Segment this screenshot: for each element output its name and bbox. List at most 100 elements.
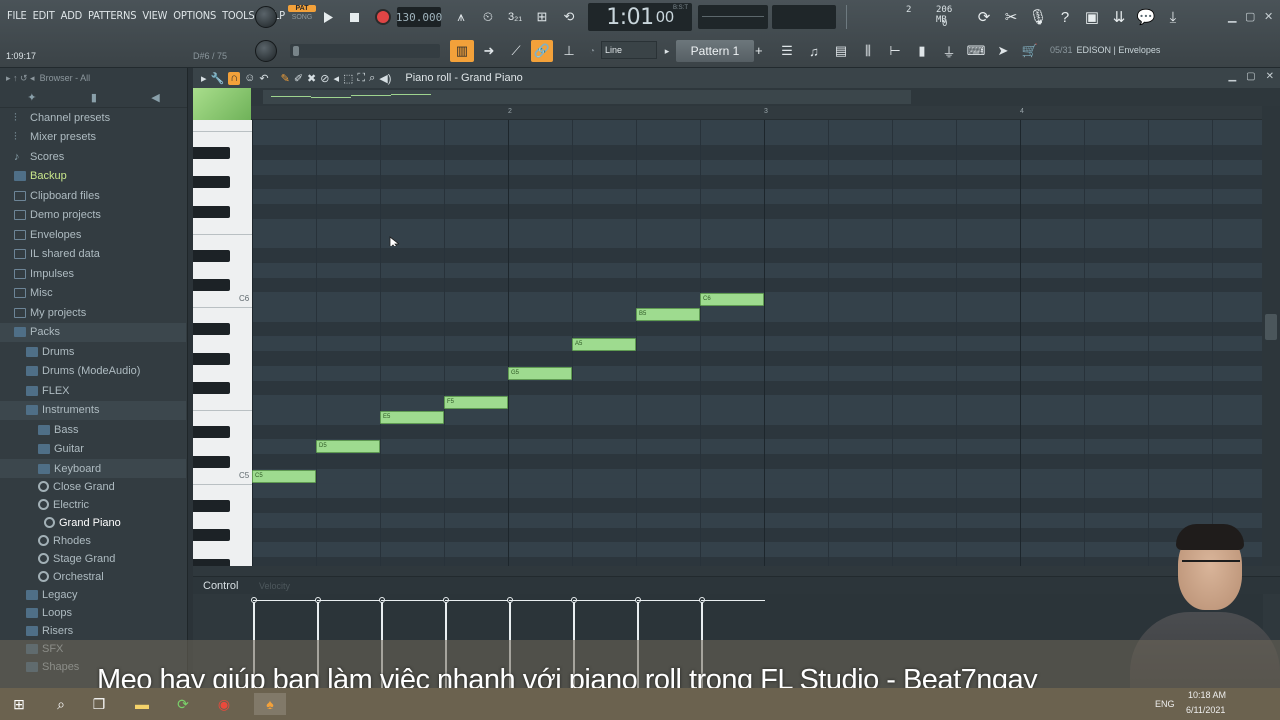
browser-item[interactable]: Grand Piano <box>0 513 186 532</box>
grid-lane[interactable] <box>252 307 1262 322</box>
wait-record-button[interactable]: ⏲ <box>477 6 499 28</box>
note-c6[interactable]: C6 <box>700 293 764 307</box>
browser-item[interactable]: Drums (ModeAudio) <box>0 362 186 381</box>
vertical-scroll-thumb[interactable] <box>1265 314 1277 340</box>
mute-icon[interactable]: ⊘ <box>320 72 329 85</box>
shop-button[interactable]: 🛒 <box>1019 40 1041 62</box>
app-button[interactable]: ⟳ <box>172 693 194 715</box>
browser-item[interactable]: My projects <box>0 303 186 322</box>
menu-item-view[interactable]: VIEW <box>139 9 170 22</box>
black-key[interactable] <box>193 249 230 262</box>
news-button[interactable]: 💬 <box>1135 6 1157 28</box>
browser-back-icon[interactable]: ▸ ↑ ↺ ◂ <box>6 73 35 84</box>
browser-item[interactable]: Envelopes <box>0 225 186 244</box>
browser-item[interactable]: ⫶ Channel presets <box>0 108 186 127</box>
pattern-selector[interactable]: Pattern 1 <box>676 40 754 62</box>
pitch-slider[interactable] <box>290 44 440 58</box>
browser-item[interactable]: Bass <box>0 420 186 439</box>
grid-lane[interactable] <box>252 483 1262 499</box>
pr-minimize-button[interactable]: ▁ <box>1228 71 1236 82</box>
browser-item[interactable]: Close Grand <box>0 477 186 496</box>
play-button[interactable] <box>319 8 337 26</box>
grid-lane[interactable] <box>252 189 1262 205</box>
pattern-arrow-button[interactable]: ▸ <box>661 43 673 59</box>
black-key[interactable] <box>193 323 230 336</box>
step-edit-button[interactable]: ⊞ <box>531 6 553 28</box>
smile-icon[interactable]: ☺ <box>244 72 255 85</box>
grid-lane[interactable] <box>252 468 1262 484</box>
control-target-select[interactable]: Control <box>203 580 238 592</box>
browser-star-icon[interactable]: ✦ <box>27 91 36 104</box>
macros-button[interactable]: ➤ <box>992 40 1014 62</box>
zoom-icon[interactable]: ⌕ <box>369 72 375 85</box>
grid-lane[interactable] <box>252 351 1262 366</box>
save-button[interactable]: ▣ <box>1081 6 1103 28</box>
browser-item[interactable]: Demo projects <box>0 206 186 225</box>
grid-lane[interactable] <box>252 557 1262 566</box>
playlist-button[interactable]: ☰ <box>776 40 798 62</box>
mic-button[interactable]: 🎙 <box>1027 6 1049 28</box>
black-key[interactable] <box>193 426 230 439</box>
browser-item[interactable]: Legacy <box>0 585 186 604</box>
piano-keyboard[interactable]: C6 C5 <box>193 120 252 566</box>
magnet-icon[interactable]: ∩ <box>228 71 241 85</box>
help-button[interactable]: ? <box>1054 6 1076 28</box>
file-explorer-button[interactable]: ▬ <box>131 693 153 715</box>
link-button[interactable]: 🔗 <box>531 40 553 62</box>
grid-lane[interactable] <box>252 263 1262 278</box>
time-ruler[interactable]: 2 3 4 <box>251 106 1262 120</box>
master-pitch-knob[interactable] <box>255 40 277 62</box>
render-button[interactable]: ⇊ <box>1108 6 1130 28</box>
piano-roll-button[interactable]: ▥ <box>450 40 474 62</box>
stamp-button[interactable]: ⊥ <box>558 40 580 62</box>
maximize-button[interactable]: ▢ <box>1245 10 1255 23</box>
erase-icon[interactable]: ✖ <box>307 72 316 85</box>
plugin-picker-button[interactable]: ▮ <box>911 40 933 62</box>
black-key[interactable] <box>193 176 230 189</box>
pencil-icon[interactable]: ✎ <box>281 72 290 85</box>
browser-speaker-icon[interactable]: ◀ <box>151 91 159 104</box>
zoom-fit-icon[interactable]: ⛶ <box>357 72 365 85</box>
black-key[interactable] <box>193 382 230 395</box>
countdown-button[interactable]: 3₂₁ <box>504 6 526 28</box>
black-key[interactable] <box>193 558 230 566</box>
slice-icon[interactable]: ◂ <box>333 72 339 85</box>
zoom-corner[interactable] <box>193 88 251 120</box>
channel-rack-button[interactable]: ▤ <box>830 40 852 62</box>
pr-maximize-button[interactable]: ▢ <box>1246 71 1255 82</box>
browser-item[interactable]: Loops <box>0 603 186 622</box>
grid-lane[interactable] <box>252 130 1262 146</box>
undo-history-button[interactable]: ⟳ <box>973 6 995 28</box>
plugin-button[interactable]: ⏚ <box>938 40 960 62</box>
select-icon[interactable]: ⬚ <box>343 72 353 85</box>
snap-arrow-button[interactable]: ➜ <box>478 40 500 62</box>
task-view-button[interactable]: ❐ <box>88 693 110 715</box>
black-key[interactable] <box>193 205 230 218</box>
touch-keyboard-button[interactable]: ⌨ <box>965 40 987 62</box>
black-key[interactable] <box>193 529 230 542</box>
paint-icon[interactable]: ✐ <box>294 72 303 85</box>
pattern-overview[interactable] <box>193 88 1280 106</box>
note-c5[interactable]: C5 <box>252 469 316 483</box>
menu-item-edit[interactable]: EDIT <box>30 9 58 22</box>
menu-item-tools[interactable]: TOOLS <box>219 9 257 22</box>
grid-lane[interactable] <box>252 174 1262 190</box>
horizontal-scrollbar[interactable] <box>263 90 911 104</box>
grid-lane[interactable] <box>252 248 1262 263</box>
grid-lane[interactable] <box>252 380 1262 396</box>
black-key[interactable] <box>193 146 230 159</box>
note-a5[interactable]: A5 <box>572 337 636 351</box>
grid-lane[interactable] <box>252 454 1262 469</box>
grid-lane[interactable] <box>252 233 1262 249</box>
undo-icon[interactable]: ↶ <box>259 72 268 85</box>
vertical-scrollbar[interactable] <box>1262 106 1280 566</box>
piano-roll-window-button[interactable]: ♫ <box>803 40 825 62</box>
browser-button[interactable]: ⊢ <box>884 40 906 62</box>
start-button[interactable]: ⊞ <box>8 693 30 715</box>
grid-lane[interactable] <box>252 160 1262 175</box>
menu-item-file[interactable]: FILE <box>4 9 30 22</box>
browser-item[interactable]: ⫶ Mixer presets <box>0 128 186 147</box>
song-position-display[interactable]: 1:01 00 B:S:T <box>588 3 692 31</box>
grid-lane[interactable] <box>252 145 1262 161</box>
mixer-button[interactable]: ⫼ <box>857 40 879 62</box>
